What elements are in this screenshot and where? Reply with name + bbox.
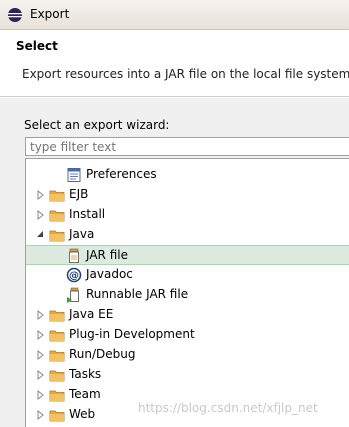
tree-item-label: JAR file (86, 248, 128, 262)
folder-icon (49, 367, 65, 383)
tree-item-label: Install (69, 207, 106, 221)
folder-icon (49, 207, 65, 223)
expand-arrow-icon[interactable] (35, 309, 45, 321)
expand-arrow-icon[interactable] (35, 369, 45, 381)
expand-arrow-icon[interactable] (35, 209, 45, 221)
expand-arrow-icon[interactable] (35, 329, 45, 341)
javadoc-icon: @ (66, 267, 82, 283)
tree-item-label: EJB (69, 187, 89, 201)
folder-icon (49, 347, 65, 363)
expand-arrow-icon[interactable] (35, 389, 45, 401)
wizard-header: Select Export resources into a JAR file … (0, 30, 349, 97)
tree-item[interactable]: Runnable JAR file (26, 285, 349, 305)
tree-item-label: Java (69, 227, 95, 241)
tree-item-label: Tasks (69, 367, 102, 381)
expand-arrow-icon[interactable] (35, 189, 45, 201)
folder-icon (49, 307, 65, 323)
tree-item-label: Team (69, 387, 101, 401)
tree-item[interactable]: JAR file (26, 245, 349, 265)
expand-arrow-icon[interactable] (35, 409, 45, 421)
svg-text:@: @ (69, 271, 79, 282)
folder-icon (49, 387, 65, 403)
folder-icon (49, 327, 65, 343)
tree-item[interactable]: Preferences (26, 165, 349, 185)
folder-icon (49, 187, 65, 203)
preferences-icon (66, 167, 82, 183)
tree-item[interactable]: Java (26, 225, 349, 245)
wizard-label: Select an export wizard: (24, 118, 170, 132)
tree-item[interactable]: Run/Debug (26, 345, 349, 365)
tree-item-label: Web (69, 407, 96, 421)
filter-input[interactable] (25, 137, 349, 156)
tree-item[interactable]: Install (26, 205, 349, 225)
folder-icon (49, 227, 65, 243)
folder-icon (49, 407, 65, 423)
expand-arrow-icon[interactable] (35, 349, 45, 361)
tree-item-label: Preferences (86, 167, 157, 181)
tree-item-label: Java EE (69, 307, 114, 321)
tree-item-label: Javadoc (86, 267, 133, 281)
tree-item[interactable]: Plug-in Development (26, 325, 349, 345)
tree-item[interactable]: Tasks (26, 365, 349, 385)
watermark-text: https://blog.csdn.net/xfjlp_net (138, 401, 318, 415)
tree-item-label: Runnable JAR file (86, 287, 189, 301)
title-bar: Export (0, 0, 349, 30)
page-description: Export resources into a JAR file on the … (22, 67, 349, 81)
tree-item-label: Plug-in Development (69, 327, 195, 341)
page-title: Select (16, 39, 58, 53)
wizard-tree[interactable]: Preferences EJB Install Java JAR file @ Javado… (25, 158, 349, 427)
eclipse-icon (8, 8, 22, 22)
tree-item[interactable]: Java EE (26, 305, 349, 325)
tree-item[interactable]: @ Javadoc (26, 265, 349, 285)
collapse-arrow-icon[interactable] (35, 229, 45, 239)
window-title: Export (30, 7, 70, 21)
jar-file-icon (66, 248, 82, 264)
tree-item-label: Run/Debug (69, 347, 136, 361)
runnable-jar-icon (66, 287, 82, 303)
tree-item[interactable]: EJB (26, 185, 349, 205)
